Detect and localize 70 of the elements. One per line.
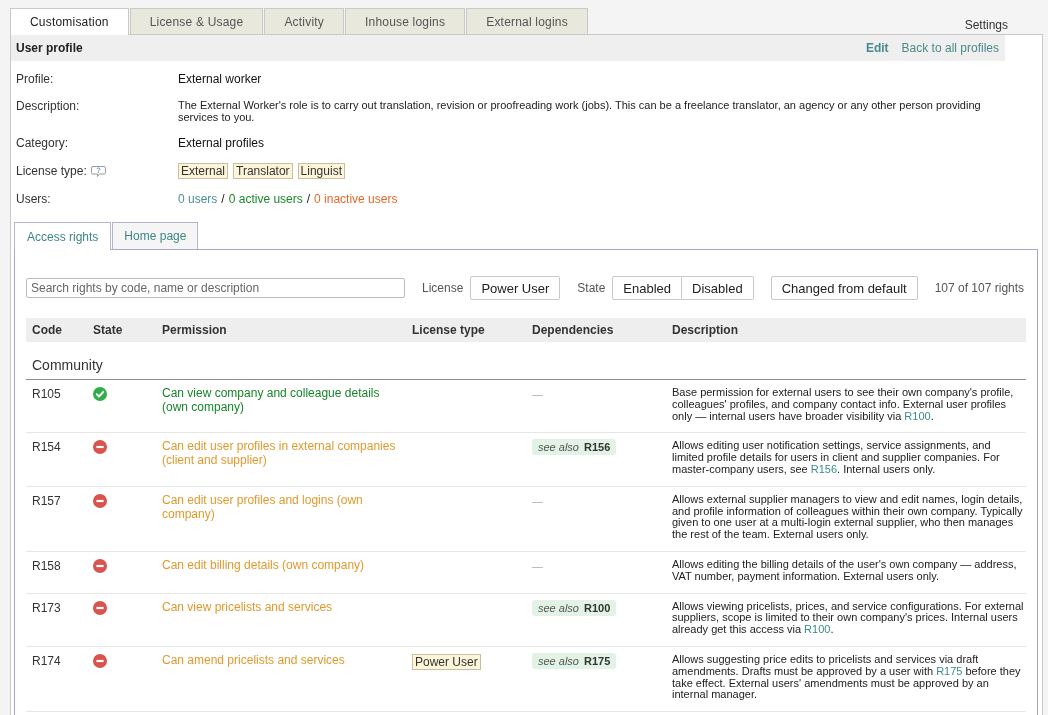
- column-heading: Description: [671, 323, 739, 337]
- separator-text: /: [220, 191, 226, 207]
- top-tab[interactable]: Activity: [264, 8, 344, 34]
- group-heading: Community: [26, 342, 1026, 380]
- license-tag: Translator: [233, 163, 293, 179]
- top-tab[interactable]: External logins: [466, 8, 588, 34]
- description-text: Allows editing the billing details of the user's own company — address, VAT number, payment information. External users only.: [672, 558, 1018, 583]
- see-also-badge[interactable]: see also R175: [532, 652, 617, 669]
- field-label: Users:: [16, 191, 51, 207]
- rule-code: R158: [32, 558, 61, 573]
- description-text: Allows editing user notification settings, service assignments, and limited profile details for users in client and supplier companies. For master-company users, see R156. Internal users only.: [672, 440, 1001, 476]
- user-count-link[interactable]: 0 active users: [228, 191, 303, 207]
- separator-text: /: [305, 191, 312, 207]
- permission-name: Can amend pricelists and services: [162, 652, 346, 667]
- see-also-badge[interactable]: see also R100: [532, 599, 617, 616]
- description-text: The External Worker's role is to carry out translation, revision or proofreading work (jobs). This can be a freelance translator, an agency or any other person providing services to you.: [178, 99, 982, 123]
- help-bubble-icon[interactable]: [90, 165, 106, 177]
- description-text: Allows external supplier managers to view and edit names, login details, and profile information of colleagues within their own company. Typically given to one user at a multi-login external supplier, who then manages the rest of the team. External users only.: [672, 493, 1024, 541]
- empty-dash: —: [532, 559, 543, 572]
- rule-code: R174: [32, 653, 61, 668]
- license-tag: Linguist: [297, 163, 345, 179]
- column-heading: License type: [411, 323, 486, 337]
- user-count-link[interactable]: 0 users: [178, 191, 218, 207]
- field-label: Profile:: [16, 71, 54, 87]
- empty-dash: —: [532, 388, 543, 400]
- filter-button[interactable]: Power User: [470, 276, 561, 300]
- license-tag: External: [178, 163, 229, 179]
- rule-code: R154: [32, 440, 61, 455]
- rule-code: R173: [32, 600, 61, 615]
- license-tag: Power User: [412, 653, 481, 670]
- header-link[interactable]: Back to all profiles: [901, 41, 999, 55]
- field-value: External worker: [178, 72, 262, 86]
- top-tab[interactable]: Customisation: [10, 8, 129, 35]
- column-heading: State: [92, 323, 124, 337]
- top-tab[interactable]: Inhouse logins: [345, 8, 466, 34]
- permission-name: Can edit user profiles and logins (own company): [162, 492, 364, 521]
- section-title: User profile: [16, 41, 83, 55]
- column-heading: Permission: [161, 323, 228, 337]
- user-count-link[interactable]: 0 inactive users: [314, 191, 398, 207]
- result-count: 107 of 107 rights: [934, 281, 1025, 295]
- rule-code: R157: [32, 493, 61, 508]
- rule-link[interactable]: R175: [936, 664, 963, 677]
- settings-link[interactable]: Settings: [964, 18, 1008, 34]
- field-label: Description:: [16, 99, 80, 113]
- permission-name: Can view pricelists and services: [162, 599, 334, 614]
- column-heading: Code: [31, 323, 63, 337]
- description-text: Base permission for external users to see their own company's profile, colleagues' profiles, and company contact info. External user profiles only — internal users have broader visibility via R100.: [672, 387, 1015, 423]
- search-field[interactable]: Search rights by code, name or description: [26, 278, 405, 298]
- filter-label: License: [422, 281, 464, 295]
- field-label: License type:: [16, 163, 87, 179]
- column-heading: Dependencies: [531, 323, 615, 337]
- filter-button[interactable]: Disabled: [682, 276, 754, 300]
- sub-tab[interactable]: Access rights: [14, 222, 112, 250]
- header-link[interactable]: Edit: [865, 41, 889, 55]
- rule-code: R105: [32, 387, 61, 401]
- field-value: External profiles: [178, 136, 265, 150]
- empty-dash: —: [532, 494, 543, 507]
- see-also-badge[interactable]: see also R156: [532, 439, 617, 456]
- field-label: Category:: [16, 135, 69, 151]
- sub-tab[interactable]: Home page: [112, 222, 199, 249]
- description-text: Allows viewing pricelists, prices, and service configurations. For external suppliers, scope is limited to their own company's prices. Internal users already get this access via R100.: [672, 600, 1025, 636]
- filter-button[interactable]: Enabled: [612, 276, 683, 300]
- filter-label: State: [577, 281, 606, 295]
- permission-name: Can edit billing details (own company): [162, 557, 366, 572]
- permission-name: Can edit user profiles in external companies (client and supplier): [162, 439, 397, 468]
- permission-name: Can view company and colleague details (own company): [162, 386, 381, 414]
- top-tab[interactable]: License & Usage: [129, 8, 264, 34]
- description-text: Allows suggesting price edits to pricelists and services via draft amendments. Drafts must be approved by a user with R175 before they take effect. External users' amendments must be approved by an internal manager.: [672, 653, 1022, 702]
- rule-link[interactable]: R100: [904, 409, 931, 422]
- toggle-button[interactable]: Changed from default: [770, 276, 918, 300]
